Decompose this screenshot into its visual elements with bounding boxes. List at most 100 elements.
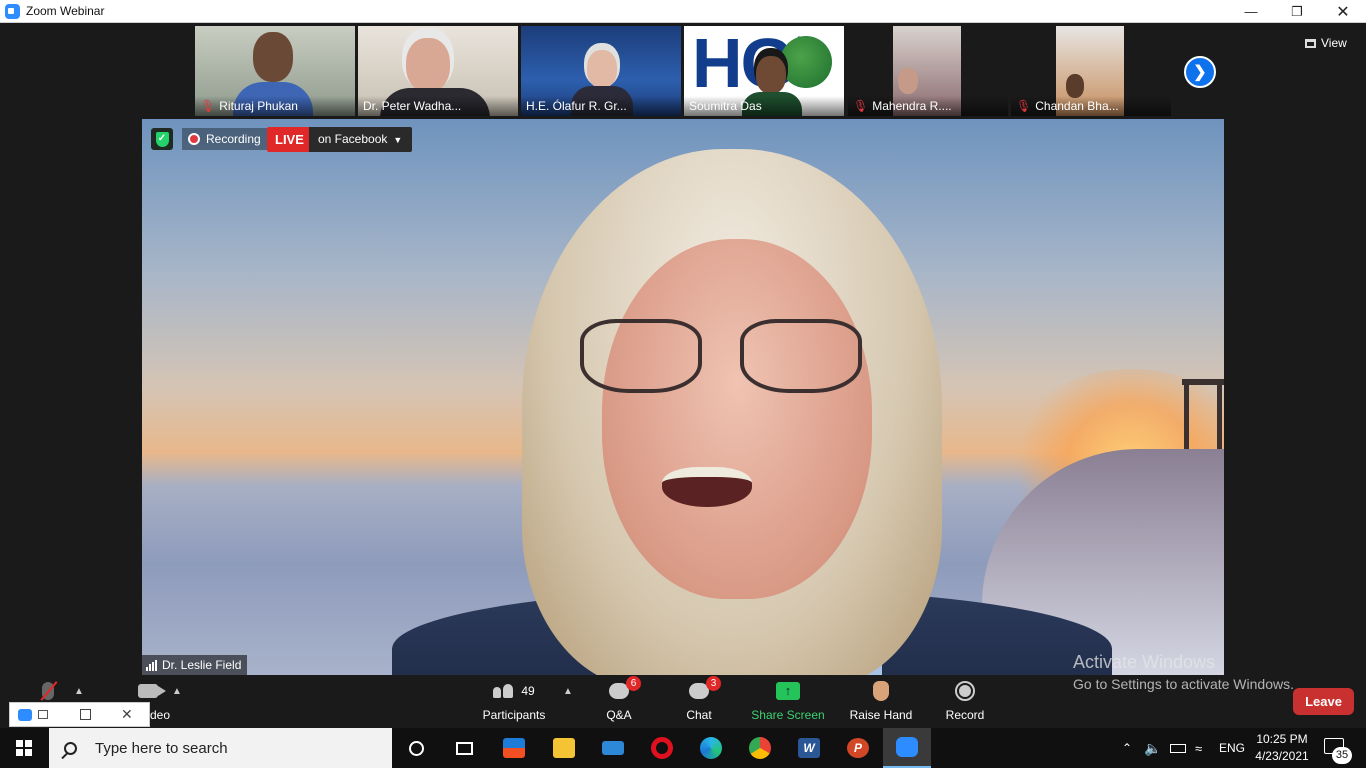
leave-button[interactable]: Leave: [1293, 688, 1354, 715]
task-view-button[interactable]: [452, 736, 476, 760]
qa-badge: 6: [626, 676, 641, 691]
watermark-line2: Go to Settings to activate Windows.: [1073, 676, 1294, 692]
participant-thumbnail[interactable]: Dr. Peter Wadha...: [358, 26, 518, 116]
file-explorer-app[interactable]: [552, 736, 576, 760]
recording-label: Recording: [206, 132, 261, 146]
speaker-glasses: [580, 319, 865, 399]
recording-dot-icon: [188, 133, 200, 145]
maximize-icon[interactable]: [80, 709, 91, 720]
mic-muted-icon: 🎙: [200, 99, 216, 113]
taskbar-clock[interactable]: 10:25 PM 4/23/2021: [1250, 731, 1314, 765]
participants-count: 49: [521, 684, 535, 698]
participant-name: H.E. Ólafur R. Gr...: [526, 99, 627, 113]
minimize-button[interactable]: —: [1228, 0, 1274, 23]
zoom-taskbar-app[interactable]: [883, 728, 931, 768]
live-target-label: on Facebook: [318, 132, 388, 146]
powerpoint-app[interactable]: P: [846, 736, 870, 760]
view-button[interactable]: View: [1305, 34, 1347, 52]
title-bar: Zoom Webinar — ❐ ✕: [0, 0, 1366, 23]
speaker-face: [602, 239, 872, 599]
cortana-button[interactable]: [404, 736, 428, 760]
record-button[interactable]: Record: [943, 678, 987, 728]
restore-button[interactable]: ❐: [1274, 0, 1320, 23]
zoom-app-icon: [18, 708, 32, 721]
share-screen-button[interactable]: ↑ Share Screen: [750, 678, 826, 728]
speaker-name-tag: Dr. Leslie Field: [142, 655, 248, 675]
zoom-webinar-app: Zoom Webinar — ❐ ✕ 🎙 Rituraj Phukan Dr. P…: [0, 0, 1366, 768]
windows-taskbar: Type here to search W P ⌃ 🔈 ≈ ENG 10:25 …: [0, 728, 1366, 768]
taskbar-search[interactable]: Type here to search: [49, 728, 392, 768]
chevron-right-icon: ❯: [1193, 64, 1207, 81]
live-stream-dropdown[interactable]: on Facebook ▼: [309, 127, 413, 152]
start-button[interactable]: [0, 728, 48, 768]
participant-thumbnail[interactable]: H.E. Ólafur R. Gr...: [521, 26, 681, 116]
participant-thumbnail[interactable]: 🎙 Rituraj Phukan: [195, 26, 355, 116]
next-page-button[interactable]: ❯: [1184, 56, 1216, 88]
zoom-icon: [896, 737, 918, 757]
share-screen-icon: ↑: [776, 682, 800, 700]
raise-hand-icon: [873, 681, 889, 701]
participant-thumbnail[interactable]: HGi Soumitra Das: [684, 26, 844, 116]
qa-label: Q&A: [606, 708, 632, 722]
watermark-line1: Activate Windows: [1073, 652, 1216, 672]
mic-muted-icon: [42, 682, 54, 700]
participant-name: Dr. Peter Wadha...: [363, 99, 462, 113]
this-pc-app[interactable]: [601, 736, 625, 760]
participant-name: Mahendra R....: [872, 99, 952, 113]
zoom-logo-icon: [5, 3, 20, 19]
participants-options-caret-icon[interactable]: ▲: [563, 686, 573, 697]
raise-hand-label: Raise Hand: [849, 708, 913, 722]
opera-app[interactable]: [650, 736, 674, 760]
store-app[interactable]: [502, 736, 526, 760]
word-app[interactable]: W: [797, 736, 821, 760]
clock-time: 10:25 PM: [1256, 732, 1308, 746]
signal-bars-icon: [146, 659, 157, 671]
participants-button[interactable]: 49 Participants: [480, 678, 548, 728]
speaker-mouth: [662, 467, 752, 507]
participant-video-face: [587, 50, 617, 88]
share-screen-label: Share Screen: [751, 708, 825, 722]
close-button[interactable]: ✕: [1320, 0, 1366, 23]
active-speaker-video[interactable]: [142, 119, 1224, 675]
floating-zoom-window[interactable]: ✕: [9, 702, 150, 727]
activate-windows-watermark: Activate Windows Go to Settings to activ…: [1073, 652, 1294, 692]
language-indicator[interactable]: ENG: [1219, 728, 1245, 768]
globe-logo-icon: [780, 36, 832, 88]
caret-down-icon: ▼: [393, 135, 403, 145]
pier-silhouette: [1182, 379, 1224, 455]
notification-count: 35: [1332, 747, 1352, 764]
mic-muted-icon: 🎙: [1016, 99, 1032, 113]
participant-thumbnail[interactable]: 🎙 Mahendra R....: [848, 26, 1008, 116]
video-options-caret-icon[interactable]: ▲: [172, 686, 182, 697]
view-label: View: [1321, 36, 1347, 50]
raise-hand-button[interactable]: Raise Hand: [848, 678, 914, 728]
edge-app[interactable]: [699, 736, 723, 760]
recording-indicator[interactable]: Recording: [182, 128, 267, 150]
chat-label: Chat: [686, 708, 712, 722]
qa-button[interactable]: 6 Q&A: [600, 676, 641, 728]
audio-options-caret-icon[interactable]: ▲: [74, 686, 84, 697]
show-hidden-icons-button[interactable]: ⌃: [1122, 728, 1132, 768]
chat-button[interactable]: 3 Chat: [682, 676, 721, 728]
battery-icon[interactable]: [1170, 728, 1186, 768]
volume-icon[interactable]: 🔈: [1144, 728, 1161, 768]
store-icon: [503, 738, 525, 758]
edge-icon: [700, 737, 722, 759]
task-view-icon: [455, 741, 473, 755]
participants-icon: [493, 684, 514, 698]
participant-name: Soumitra Das: [689, 99, 762, 113]
chevron-up-icon: ⌃: [1122, 741, 1133, 755]
participants-label: Participants: [482, 708, 546, 722]
clock-date: 4/23/2021: [1255, 749, 1309, 763]
security-shield-icon[interactable]: ✓: [151, 128, 173, 150]
participant-name: Chandan Bha...: [1035, 99, 1119, 113]
windows-logo-icon: [16, 740, 32, 756]
record-icon: [955, 681, 975, 701]
chrome-app[interactable]: [748, 736, 772, 760]
restore-mini-icon[interactable]: [38, 710, 48, 719]
close-icon[interactable]: ✕: [121, 706, 133, 723]
wifi-icon[interactable]: ≈: [1195, 728, 1202, 768]
search-icon: [64, 741, 77, 755]
notifications-button[interactable]: 35: [1324, 738, 1352, 764]
participant-thumbnail[interactable]: 🎙 Chandan Bha...: [1011, 26, 1171, 116]
